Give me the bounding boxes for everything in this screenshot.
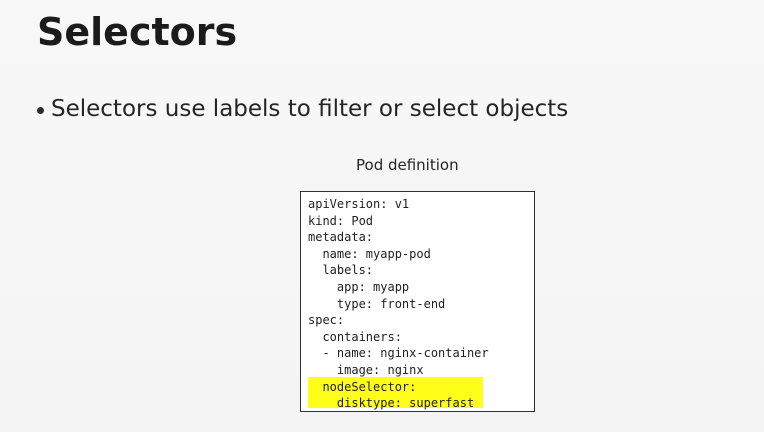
code-line-image: image: nginx — [308, 362, 424, 377]
pod-definition-code-box: apiVersion: v1 kind: Pod metadata: name:… — [300, 191, 535, 412]
code-line-kind: kind: Pod — [308, 213, 374, 228]
code-line-api-version: apiVersion: v1 — [308, 197, 410, 211]
code-line-spec: spec: — [308, 313, 345, 328]
code-caption: Pod definition — [356, 156, 459, 174]
slide-title: Selectors — [37, 10, 238, 54]
bullet-text: Selectors use labels to filter or select… — [51, 96, 569, 122]
presentation-slide: Selectors Selectors use labels to filter… — [0, 0, 764, 432]
code-line-container-name: - name: nginx-container — [308, 346, 489, 361]
code-line-metadata: metadata: — [308, 230, 374, 245]
bullet-icon — [37, 106, 44, 114]
bullet-point: Selectors use labels to filter or select… — [37, 94, 568, 124]
code-line-disktype: disktype: superfast — [308, 396, 475, 411]
code-line-node-selector: nodeSelector: — [308, 379, 417, 394]
code-line-name: name: myapp-pod — [308, 246, 431, 261]
code-line-containers: containers: — [308, 329, 402, 344]
code-line-labels: labels: — [308, 263, 374, 278]
code-line-app-label: app: myapp — [308, 279, 410, 294]
code-lines: apiVersion: v1 kind: Pod metadata: name:… — [308, 196, 534, 412]
code-line-type-label: type: front-end — [308, 296, 446, 311]
